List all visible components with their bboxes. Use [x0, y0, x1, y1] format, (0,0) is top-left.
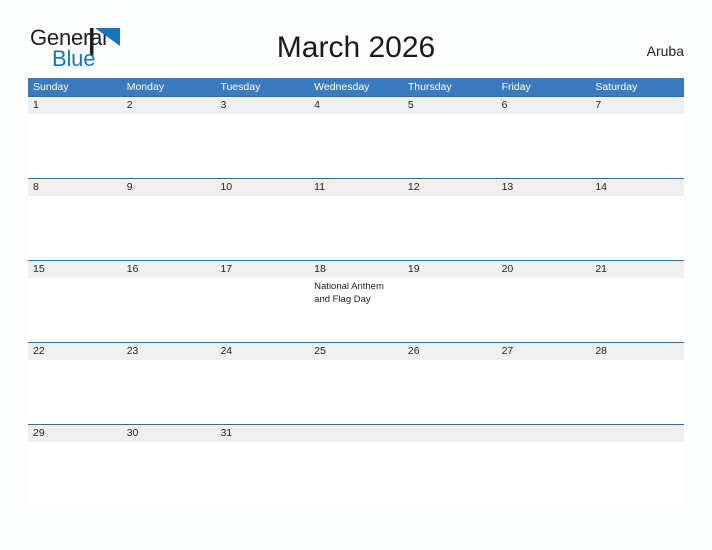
day-cell[interactable]	[215, 278, 309, 342]
day-cell[interactable]	[215, 196, 309, 260]
day-number[interactable]: 17	[215, 261, 309, 278]
day-cell[interactable]: National Anthem and Flag Day	[309, 278, 403, 342]
day-event-band: National Anthem and Flag Day	[28, 278, 684, 342]
day-cell[interactable]	[122, 442, 216, 506]
day-number[interactable]: 1	[28, 97, 122, 114]
calendar-week-row: 8 9 10 11 12 13 14	[28, 178, 684, 260]
weekday-header-wednesday: Wednesday	[314, 81, 370, 93]
day-cell[interactable]	[28, 442, 122, 506]
day-cell[interactable]	[590, 114, 684, 178]
day-number[interactable]: 21	[590, 261, 684, 278]
day-cell[interactable]	[28, 360, 122, 424]
day-number[interactable]: 27	[497, 343, 591, 360]
day-number[interactable]: 31	[215, 425, 309, 442]
region-label: Aruba	[646, 43, 684, 59]
calendar-week-row: 22 23 24 25 26 27 28	[28, 342, 684, 424]
day-number[interactable]: 19	[403, 261, 497, 278]
day-cell-empty	[403, 442, 497, 506]
day-number[interactable]: 28	[590, 343, 684, 360]
day-number[interactable]: 2	[122, 97, 216, 114]
day-cell[interactable]	[215, 114, 309, 178]
calendar-grid: Sunday Monday Tuesday Wednesday Thursday…	[28, 78, 684, 506]
day-number-empty	[309, 425, 403, 442]
day-cell[interactable]	[122, 360, 216, 424]
day-number[interactable]: 20	[497, 261, 591, 278]
day-number[interactable]: 12	[403, 179, 497, 196]
day-cell[interactable]	[497, 278, 591, 342]
day-cell[interactable]	[309, 360, 403, 424]
day-cell[interactable]	[215, 360, 309, 424]
weekday-header-tuesday: Tuesday	[220, 81, 261, 93]
weekday-header-monday: Monday	[126, 81, 165, 93]
day-number-band: 29 30 31	[28, 425, 684, 442]
day-number[interactable]: 10	[215, 179, 309, 196]
day-number[interactable]: 4	[309, 97, 403, 114]
day-event-band	[28, 114, 684, 178]
day-number[interactable]: 11	[309, 179, 403, 196]
weekday-header-sunday: Sunday	[33, 81, 69, 93]
day-cell[interactable]	[403, 360, 497, 424]
day-number[interactable]: 8	[28, 179, 122, 196]
day-cell[interactable]	[122, 196, 216, 260]
weekday-header-saturday: Saturday	[595, 81, 638, 93]
day-number-band: 8 9 10 11 12 13 14	[28, 179, 684, 196]
day-cell[interactable]	[122, 278, 216, 342]
day-number[interactable]: 13	[497, 179, 591, 196]
page-title: March 2026	[276, 31, 436, 64]
day-cell[interactable]	[309, 196, 403, 260]
day-cell-empty	[309, 442, 403, 506]
day-cell-empty	[590, 442, 684, 506]
calendar-week-row: 29 30 31	[28, 424, 684, 506]
day-number-empty	[403, 425, 497, 442]
day-number[interactable]: 16	[122, 261, 216, 278]
day-number[interactable]: 18	[309, 261, 403, 278]
day-cell[interactable]	[28, 114, 122, 178]
day-cell[interactable]	[590, 196, 684, 260]
day-number[interactable]: 15	[28, 261, 122, 278]
day-cell[interactable]	[403, 196, 497, 260]
day-number-empty	[590, 425, 684, 442]
day-cell[interactable]	[215, 442, 309, 506]
calendar-week-row: 15 16 17 18 19 20 21 National Anthem and…	[28, 260, 684, 342]
weekday-header-friday: Friday	[501, 81, 531, 93]
day-number[interactable]: 25	[309, 343, 403, 360]
day-number[interactable]: 3	[215, 97, 309, 114]
day-cell[interactable]	[590, 360, 684, 424]
day-number[interactable]: 7	[590, 97, 684, 114]
day-event-band	[28, 196, 684, 260]
day-number[interactable]: 26	[403, 343, 497, 360]
day-number[interactable]: 9	[122, 179, 216, 196]
day-number[interactable]: 29	[28, 425, 122, 442]
day-cell[interactable]	[497, 114, 591, 178]
day-number-band: 1 2 3 4 5 6 7	[28, 97, 684, 114]
day-number[interactable]: 30	[122, 425, 216, 442]
day-number[interactable]: 24	[215, 343, 309, 360]
day-number[interactable]: 22	[28, 343, 122, 360]
day-cell[interactable]	[590, 278, 684, 342]
day-cell[interactable]	[28, 278, 122, 342]
day-cell[interactable]	[497, 360, 591, 424]
day-number[interactable]: 23	[122, 343, 216, 360]
day-cell[interactable]	[122, 114, 216, 178]
day-cell[interactable]	[403, 278, 497, 342]
day-event-band	[28, 360, 684, 424]
day-cell[interactable]	[309, 114, 403, 178]
day-number-empty	[497, 425, 591, 442]
day-cell[interactable]	[28, 196, 122, 260]
day-number-band: 15 16 17 18 19 20 21	[28, 261, 684, 278]
page-header: General Blue March 2026 Aruba	[0, 0, 712, 78]
calendar-week-row: 1 2 3 4 5 6 7	[28, 96, 684, 178]
day-number-band: 22 23 24 25 26 27 28	[28, 343, 684, 360]
day-number[interactable]: 6	[497, 97, 591, 114]
weekday-header-row: Sunday Monday Tuesday Wednesday Thursday…	[28, 78, 684, 96]
weekday-header-thursday: Thursday	[407, 81, 452, 93]
day-cell[interactable]	[403, 114, 497, 178]
day-event-band	[28, 442, 684, 506]
day-number[interactable]: 5	[403, 97, 497, 114]
day-event-text: National Anthem and Flag Day	[314, 281, 384, 305]
day-cell[interactable]	[497, 196, 591, 260]
day-cell-empty	[497, 442, 591, 506]
day-number[interactable]: 14	[590, 179, 684, 196]
